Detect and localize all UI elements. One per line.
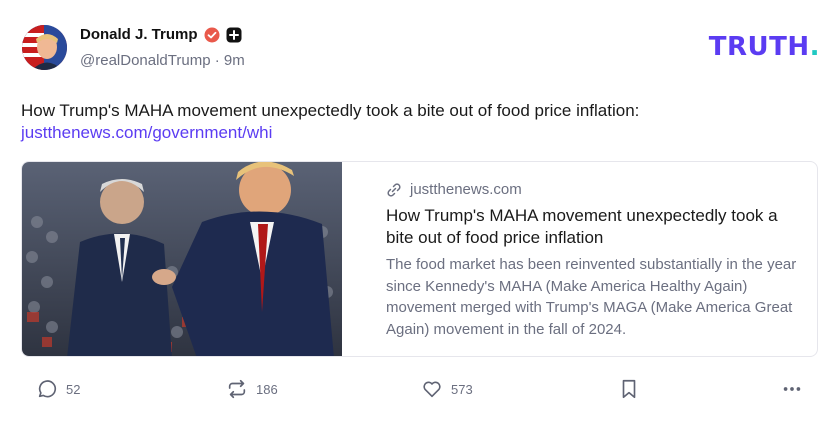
card-body: justthenews.com How Trump's MAHA movemen… xyxy=(342,162,817,356)
link-preview-card[interactable]: justthenews.com How Trump's MAHA movemen… xyxy=(21,161,818,357)
retruth-count: 186 xyxy=(256,381,278,397)
author-meta: @realDonaldTrump · 9m xyxy=(80,52,245,69)
like-count: 573 xyxy=(451,381,473,397)
post-text: How Trump's MAHA movement unexpectedly t… xyxy=(21,101,640,120)
more-icon xyxy=(783,387,801,391)
plus-badge-icon xyxy=(226,27,242,42)
more-options-button[interactable] xyxy=(781,378,803,400)
reply-icon xyxy=(38,380,57,398)
card-description: The food market has been reinvented subs… xyxy=(386,256,797,338)
bookmark-button[interactable] xyxy=(618,378,640,400)
like-button[interactable]: 573 xyxy=(421,378,473,400)
logo-text: TRUTH xyxy=(708,32,810,62)
verified-badge-icon xyxy=(204,27,220,42)
post-body: How Trump's MAHA movement unexpectedly t… xyxy=(21,100,811,144)
retruth-icon xyxy=(228,379,246,399)
post-link[interactable]: justthenews.com/government/whi xyxy=(21,122,811,144)
heart-icon xyxy=(423,381,441,398)
bookmark-icon xyxy=(622,379,636,399)
card-domain: justthenews.com xyxy=(410,181,522,198)
link-icon xyxy=(387,182,401,197)
reply-count: 52 xyxy=(66,381,81,397)
reply-button[interactable]: 52 xyxy=(36,378,80,400)
post-actions: 52 186 573 xyxy=(36,378,808,408)
logo-dot: . xyxy=(809,32,820,62)
post-header: Donald J. Trump @realDonaldTrump · 9m TR… xyxy=(22,24,822,74)
card-title[interactable]: How Trump's MAHA movement unexpectedly t… xyxy=(386,205,797,249)
card-image xyxy=(22,162,342,356)
author-name[interactable]: Donald J. Trump xyxy=(80,26,198,43)
truth-logo[interactable]: TRUTH. xyxy=(709,32,820,62)
meta-separator: · xyxy=(214,52,220,69)
post-time[interactable]: 9m xyxy=(224,52,245,69)
author-handle[interactable]: @realDonaldTrump xyxy=(80,52,211,69)
retruth-button[interactable]: 186 xyxy=(226,378,278,400)
avatar[interactable] xyxy=(22,25,67,70)
